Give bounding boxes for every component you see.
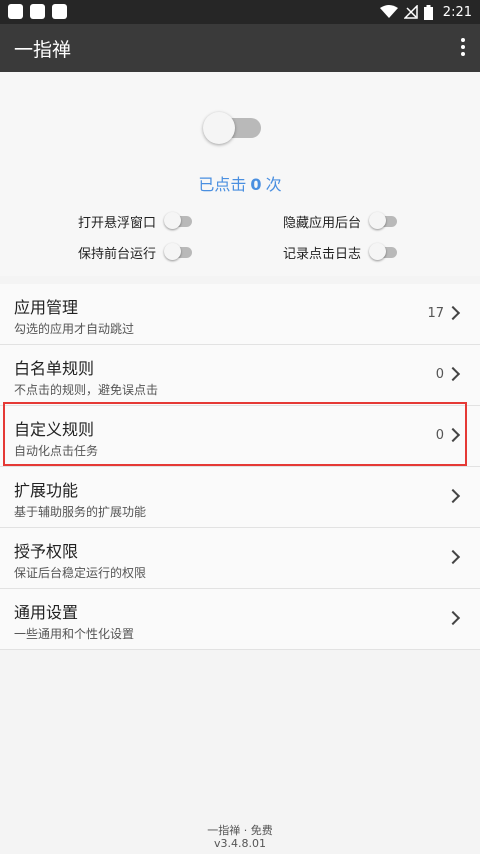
chevron-right-icon [445,488,461,504]
chevron-right-icon [445,305,461,321]
click-count-prefix: 已点击 [198,175,247,194]
notification-icon [30,4,45,19]
keep-foreground-switch[interactable] [164,242,194,262]
more-options-icon[interactable] [460,38,466,58]
main-switch[interactable] [203,112,263,144]
wifi-icon [379,5,398,18]
floating-window-switch[interactable] [164,211,194,231]
menu-list: 应用管理 勾选的应用才自动跳过 17 白名单规则 不点击的规则，避免误点击 0 … [0,284,480,650]
chevron-right-icon [445,366,461,382]
menu-item-custom-rules[interactable]: 自定义规则 自动化点击任务 0 [0,406,480,467]
click-count: 已点击 0 次 [0,171,480,195]
menu-item-title: 白名单规则 [14,359,95,378]
main-switch-thumb [203,112,235,144]
menu-item-count: 17 [427,306,444,321]
option-label: 打开悬浮窗口 [78,215,157,231]
battery-icon [423,4,433,20]
option-label: 记录点击日志 [283,246,362,262]
option-keep-foreground: 保持前台运行 [78,242,194,262]
menu-item-title: 应用管理 [14,298,79,317]
notification-icon [52,4,67,19]
option-label: 隐藏应用后台 [283,215,362,231]
menu-item-whitelist-rules[interactable]: 白名单规则 不点击的规则，避免误点击 0 [0,345,480,406]
click-count-value: 0 [250,175,262,194]
menu-item-subtitle: 基于辅助服务的扩展功能 [14,505,147,519]
menu-item-subtitle: 一些通用和个性化设置 [14,627,135,641]
menu-item-general-settings[interactable]: 通用设置 一些通用和个性化设置 [0,589,480,650]
no-signal-icon [403,5,418,19]
status-bar: 2:21 [0,0,480,24]
menu-item-subtitle: 自动化点击任务 [14,444,99,458]
menu-item-title: 通用设置 [14,603,79,622]
footer: 一指禅 · 免费 v3.4.8.01 [0,824,480,850]
hide-background-switch[interactable] [369,211,399,231]
option-log-clicks: 记录点击日志 [283,242,399,262]
footer-version: v3.4.8.01 [214,837,266,850]
menu-item-extensions[interactable]: 扩展功能 基于辅助服务的扩展功能 [0,467,480,528]
status-time: 2:21 [442,4,472,20]
menu-item-count: 0 [435,428,444,443]
menu-item-app-management[interactable]: 应用管理 勾选的应用才自动跳过 17 [0,284,480,345]
menu-item-subtitle: 不点击的规则，避免误点击 [14,383,159,397]
option-floating-window: 打开悬浮窗口 [78,211,194,231]
option-label: 保持前台运行 [78,246,157,262]
chevron-right-icon [445,427,461,443]
log-clicks-switch[interactable] [369,242,399,262]
menu-item-subtitle: 勾选的应用才自动跳过 [14,322,135,336]
menu-item-subtitle: 保证后台稳定运行的权限 [14,566,147,580]
app-bar: 一指禅 [0,24,480,72]
menu-item-permissions[interactable]: 授予权限 保证后台稳定运行的权限 [0,528,480,589]
chevron-right-icon [445,549,461,565]
app-title: 一指禅 [14,39,72,61]
menu-item-title: 自定义规则 [14,420,95,439]
chevron-right-icon [445,610,461,626]
click-count-suffix: 次 [265,175,282,194]
menu-item-title: 授予权限 [14,542,79,561]
footer-app-name: 一指禅 · 免费 [207,824,273,837]
notification-icon [8,4,23,19]
menu-item-title: 扩展功能 [14,481,79,500]
menu-item-count: 0 [435,367,444,382]
option-hide-background: 隐藏应用后台 [283,211,399,231]
